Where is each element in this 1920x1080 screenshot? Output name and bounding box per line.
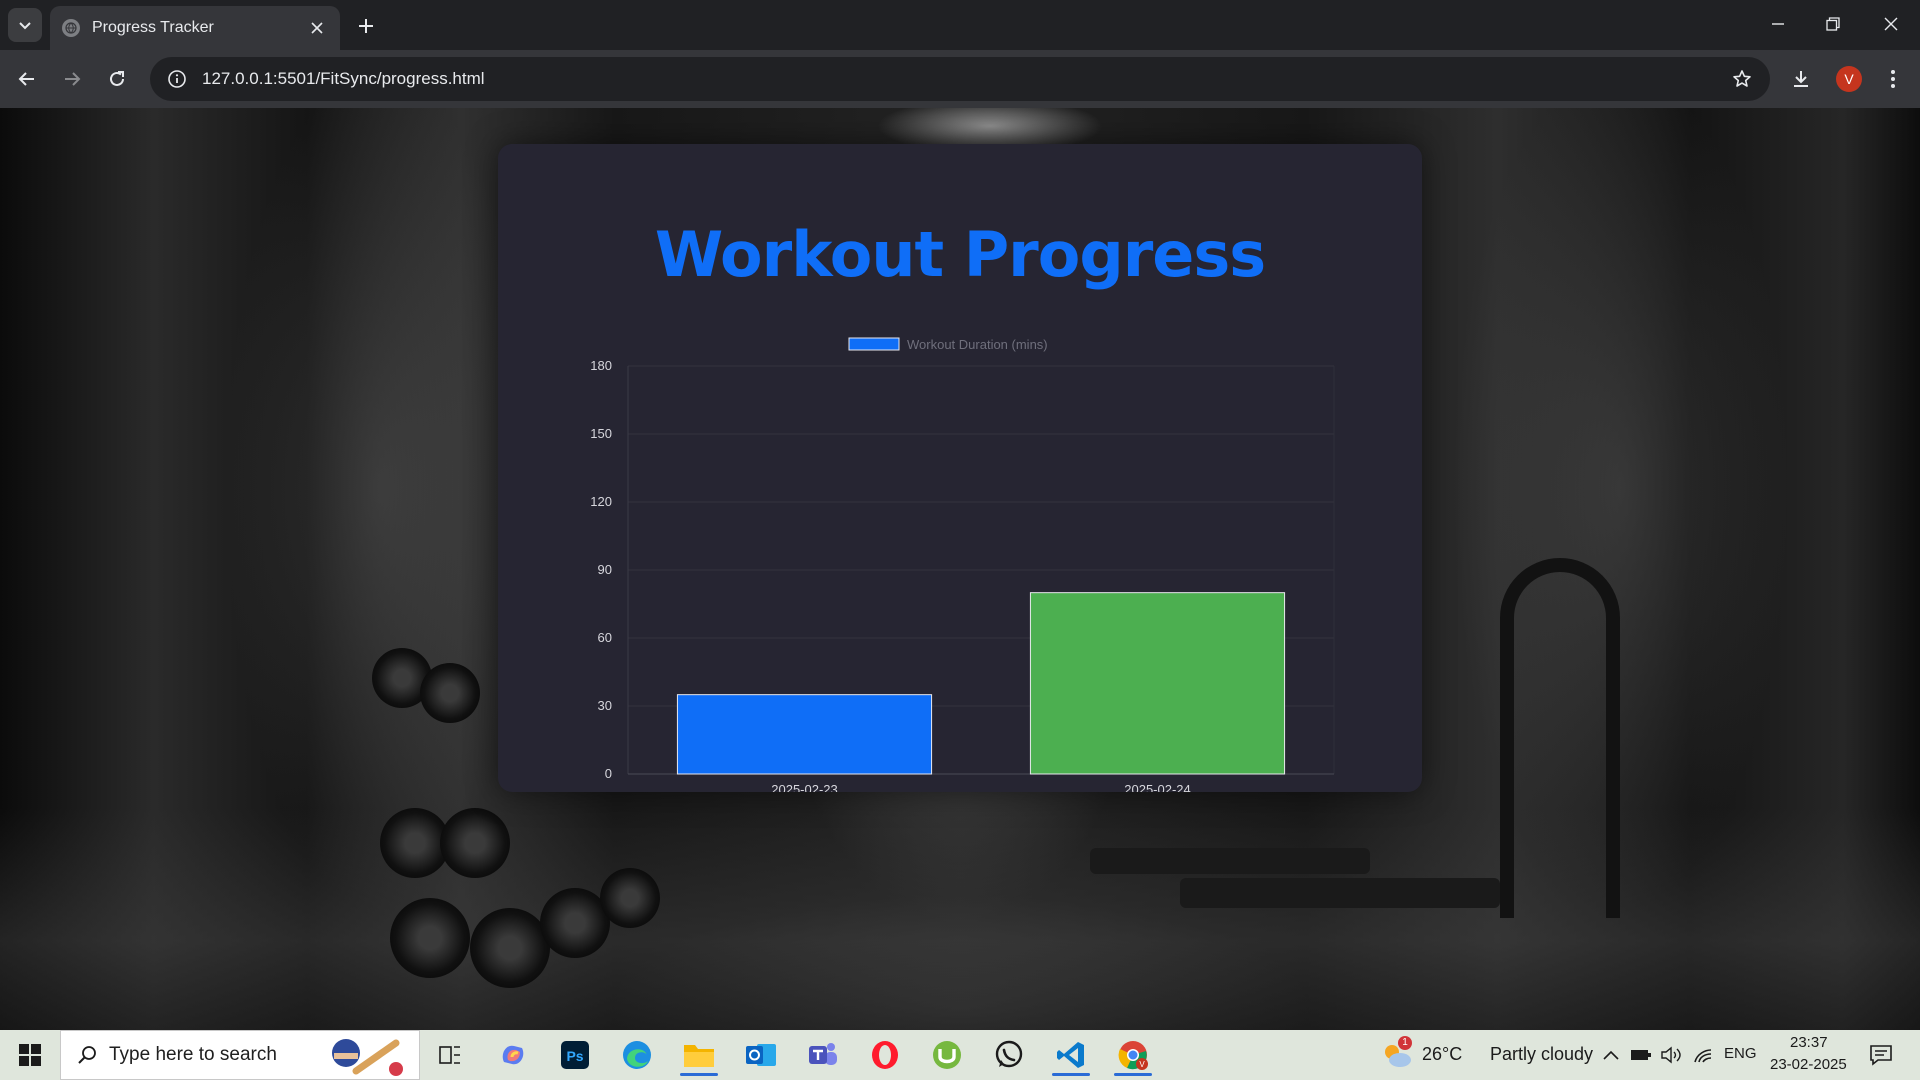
chrome-icon: V [1118,1041,1148,1070]
start-button[interactable] [8,1036,52,1074]
battery-icon[interactable] [1630,1044,1652,1066]
outlook-icon [746,1044,776,1066]
photoshop-app[interactable]: Ps [550,1034,600,1076]
active-indicator [680,1073,718,1076]
edge-app[interactable] [612,1034,662,1076]
browser-tab-active[interactable]: Progress Tracker [50,6,340,50]
task-view-button[interactable] [425,1034,475,1076]
whatsapp-app[interactable] [984,1034,1034,1076]
y-tick-label: 60 [598,630,612,645]
volume-icon[interactable] [1660,1044,1682,1066]
file-explorer-app[interactable] [674,1034,724,1076]
more-vertical-icon [1891,70,1895,88]
bar [1029,592,1286,775]
reload-icon [110,71,124,86]
url-text: 127.0.0.1:5501/FitSync/progress.html [202,69,485,88]
y-tick-label: 30 [598,698,612,713]
opera-app[interactable] [860,1034,910,1076]
browser-toolbar: 127.0.0.1:5501/FitSync/progress.html V [0,50,1920,108]
tab-title: Progress Tracker [92,19,214,36]
svg-text:Ps: Ps [566,1048,583,1064]
search-placeholder: Type here to search [109,1044,277,1065]
vscode-icon [1057,1042,1084,1068]
search-icon [78,1046,96,1064]
chrome-app[interactable]: V [1108,1034,1158,1076]
windows-taskbar: Type here to search Ps V 1 26°C Partly c… [0,1030,1920,1080]
progress-card: Workout Progress 0 30 60 90 120 150 180 2025-02… [498,144,1422,792]
close-icon [1884,17,1898,31]
utorrent-app[interactable] [922,1034,972,1076]
teams-icon [809,1043,837,1065]
clock-time: 23:37 [1790,1034,1828,1051]
plus-icon [359,19,373,33]
download-icon [1794,71,1808,87]
show-hidden-icons-button[interactable] [1600,1044,1622,1066]
restore-icon [1826,17,1840,31]
windows-logo-icon [19,1044,41,1066]
clock-date: 23-02-2025 [1770,1056,1847,1073]
globe-icon [62,19,80,37]
file-explorer-icon [684,1045,714,1067]
forward-button[interactable] [55,62,89,96]
svg-text:V: V [1139,1060,1145,1069]
whatsapp-icon [995,1040,1023,1068]
restore-button[interactable] [1810,6,1856,42]
utorrent-icon [933,1041,961,1069]
taskbar-search-box[interactable]: Type here to search [60,1030,420,1080]
active-indicator [1052,1073,1090,1076]
legend-swatch [848,337,900,351]
cricket-player-icon [332,1039,403,1076]
y-tick-label: 150 [590,426,612,441]
legend-label: Workout Duration (mins) [907,337,1048,352]
edge-icon [623,1041,651,1069]
opera-icon [872,1041,898,1069]
x-tick-label: 2025-02-23 [771,782,838,792]
close-icon [311,22,323,34]
profile-avatar[interactable]: V [1836,66,1862,92]
minimize-button[interactable] [1755,6,1801,42]
task-view-icon [439,1046,460,1064]
browser-tabstrip: Progress Tracker [0,0,1920,50]
minimize-icon [1772,23,1784,25]
outlook-app[interactable] [736,1034,786,1076]
arrow-right-icon [65,72,81,86]
notification-icon [1870,1045,1892,1066]
weather-description: Partly cloudy [1490,1044,1594,1064]
bookmark-star-icon[interactable] [1722,59,1762,99]
browser-menu-button[interactable] [1876,62,1910,96]
copilot-app[interactable] [488,1034,538,1076]
y-tick-label: 90 [598,562,612,577]
gym-floor-image [0,808,1920,1030]
bar [676,694,933,775]
back-button[interactable] [10,62,44,96]
chevron-up-icon [1603,1050,1619,1060]
workout-duration-chart: 0 30 60 90 120 150 180 2025-02-23 2025-02-24 Work… [590,337,1335,792]
chevron-down-icon [19,22,31,30]
new-tab-button[interactable] [352,12,380,40]
photoshop-icon: Ps [561,1041,589,1069]
x-tick-label: 2025-02-24 [1124,782,1191,792]
language-indicator[interactable]: ENG [1724,1045,1757,1062]
wifi-icon[interactable] [1692,1044,1714,1066]
close-window-button[interactable] [1868,6,1914,42]
y-tick-label: 180 [590,358,612,373]
active-indicator [1114,1073,1152,1076]
weather-alert-badge: 1 [1398,1036,1412,1050]
tab-close-button[interactable] [306,17,328,39]
notifications-button[interactable] [1868,1043,1894,1067]
copilot-icon [502,1045,524,1065]
y-tick-label: 120 [590,494,612,509]
arrow-left-icon [18,72,34,86]
y-tick-label: 0 [605,766,612,781]
downloads-button[interactable] [1784,62,1818,96]
address-bar[interactable]: 127.0.0.1:5501/FitSync/progress.html [150,57,1770,101]
reload-button[interactable] [100,62,134,96]
site-info-icon[interactable] [156,58,198,100]
weather-temperature: 26°C [1422,1044,1463,1064]
vscode-app[interactable] [1046,1034,1096,1076]
teams-app[interactable] [798,1034,848,1076]
tab-search-button[interactable] [8,8,42,42]
page-background: Workout Progress 0 30 60 90 120 150 180 2025-02… [0,108,1920,1030]
